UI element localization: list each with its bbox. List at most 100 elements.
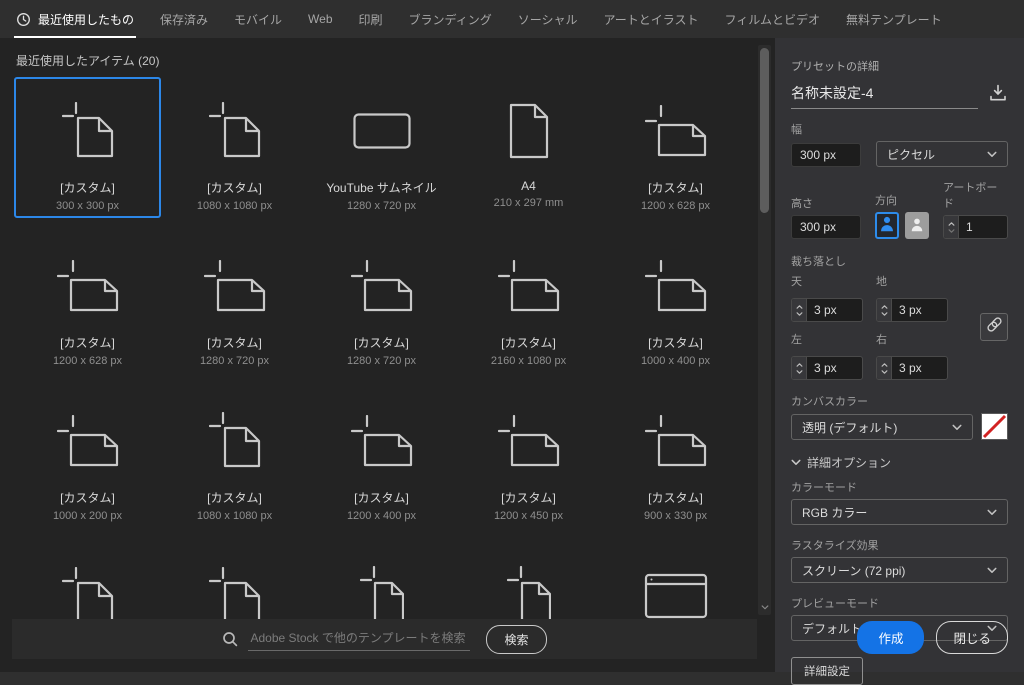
tab-free[interactable]: 無料テンプレート bbox=[846, 0, 942, 38]
template-tile[interactable]: A4210 x 297 mm bbox=[455, 77, 602, 218]
template-tile[interactable]: [カスタム] 1080 x 1080 px bbox=[161, 77, 308, 218]
template-tile[interactable]: [カスタム]1200 x 400 px bbox=[308, 387, 455, 528]
tab-film[interactable]: フィルムとビデオ bbox=[725, 0, 821, 38]
width-input[interactable] bbox=[791, 143, 861, 167]
template-tile[interactable]: [カスタム]1080 x 1080 px bbox=[161, 387, 308, 528]
browser-window-icon bbox=[644, 564, 708, 620]
stock-search-input[interactable] bbox=[248, 627, 470, 651]
more-settings-button[interactable]: 詳細設定 bbox=[791, 657, 863, 685]
chevron-down-icon bbox=[987, 151, 997, 158]
template-size: 1200 x 628 px bbox=[53, 355, 122, 367]
template-name: [カスタム] bbox=[207, 179, 262, 196]
advanced-options-label: 詳細オプション bbox=[807, 454, 891, 471]
template-tile[interactable] bbox=[161, 542, 308, 620]
template-name: [カスタム] bbox=[501, 334, 556, 351]
stepper-arrows[interactable] bbox=[944, 216, 959, 238]
vertical-scrollbar[interactable] bbox=[758, 45, 771, 615]
panel-title: プリセットの詳細 bbox=[791, 58, 1008, 74]
template-size: 1080 x 1080 px bbox=[197, 200, 272, 212]
save-preset-icon[interactable] bbox=[988, 83, 1008, 103]
height-label: 高さ bbox=[791, 195, 861, 211]
landscape-rect-icon bbox=[353, 99, 411, 163]
tab-label: 最近使用したもの bbox=[38, 11, 134, 28]
create-button[interactable]: 作成 bbox=[857, 621, 924, 654]
bleed-top-stepper[interactable]: 3 px bbox=[791, 298, 863, 322]
template-tile[interactable] bbox=[308, 542, 455, 620]
stepper-arrows[interactable] bbox=[877, 357, 892, 379]
tab-mobile[interactable]: モバイル bbox=[234, 0, 282, 38]
tab-print[interactable]: 印刷 bbox=[359, 0, 383, 38]
template-tile[interactable]: [カスタム]1000 x 400 px bbox=[602, 232, 749, 373]
bleed-left-stepper[interactable]: 3 px bbox=[791, 356, 863, 380]
scrollbar-thumb[interactable] bbox=[760, 48, 769, 213]
template-tile[interactable]: [カスタム]900 x 330 px bbox=[602, 387, 749, 528]
link-bleed-values-button[interactable] bbox=[980, 313, 1008, 341]
custom-square-doc-icon bbox=[62, 564, 114, 620]
stepper-arrows[interactable] bbox=[877, 299, 892, 321]
bleed-top-label: 天 bbox=[791, 273, 863, 289]
bleed-right-stepper[interactable]: 3 px bbox=[876, 356, 948, 380]
transparent-color-swatch[interactable] bbox=[981, 413, 1008, 440]
bleed-right-value: 3 px bbox=[892, 357, 947, 379]
stepper-arrows[interactable] bbox=[792, 299, 807, 321]
artboard-stepper[interactable]: 1 bbox=[943, 215, 1008, 239]
template-size: 1200 x 628 px bbox=[641, 200, 710, 212]
stepper-arrows[interactable] bbox=[792, 357, 807, 379]
custom-landscape-doc-icon bbox=[57, 409, 119, 473]
landscape-icon bbox=[910, 215, 924, 237]
template-tile[interactable]: [カスタム]1200 x 628 px bbox=[14, 232, 161, 373]
artboards-label: アートボード bbox=[943, 179, 1008, 211]
scrollbar-down-arrow-icon[interactable] bbox=[758, 601, 771, 613]
document-name-input[interactable] bbox=[791, 81, 978, 109]
clock-icon bbox=[16, 12, 31, 27]
template-name: [カスタム] bbox=[207, 334, 262, 351]
template-tile[interactable]: [カスタム]300 x 300 px bbox=[14, 77, 161, 218]
search-button[interactable]: 検索 bbox=[486, 625, 546, 654]
tab-art[interactable]: アートとイラスト bbox=[603, 0, 698, 38]
tab-saved[interactable]: 保存済み bbox=[160, 0, 208, 38]
template-size: 1280 x 720 px bbox=[347, 200, 416, 212]
tab-label: ブランディング bbox=[409, 11, 492, 28]
chain-link-icon bbox=[986, 316, 1003, 338]
template-tile[interactable]: [カスタム]2160 x 1080 px bbox=[455, 232, 602, 373]
none-slash-icon bbox=[982, 414, 1007, 439]
custom-square-doc-icon bbox=[209, 409, 261, 473]
tab-branding[interactable]: ブランディング bbox=[409, 0, 492, 38]
template-tile[interactable]: [カスタム]1280 x 720 px bbox=[308, 232, 455, 373]
orientation-label: 方向 bbox=[875, 192, 929, 208]
custom-landscape-doc-icon bbox=[645, 99, 707, 163]
template-tile[interactable]: [カスタム] 1200 x 628 px bbox=[602, 77, 749, 218]
template-tile[interactable]: YouTube サムネイル 1280 x 720 px bbox=[308, 77, 455, 218]
template-name: YouTube サムネイル bbox=[326, 179, 436, 196]
orientation-landscape-button[interactable] bbox=[905, 212, 929, 239]
template-size: 900 x 330 px bbox=[644, 510, 707, 522]
template-grid: [カスタム]300 x 300 px [カスタム] 1080 x 1080 px Yo… bbox=[14, 77, 750, 620]
template-tile[interactable] bbox=[14, 542, 161, 620]
width-label: 幅 bbox=[791, 121, 1008, 137]
template-tile[interactable]: [カスタム]1280 x 720 px bbox=[161, 232, 308, 373]
advanced-options-toggle[interactable]: 詳細オプション bbox=[791, 454, 1008, 471]
canvas-color-value: 透明 (デフォルト) bbox=[802, 419, 897, 436]
tab-social[interactable]: ソーシャル bbox=[518, 0, 578, 38]
orientation-portrait-button[interactable] bbox=[875, 212, 899, 239]
close-button[interactable]: 閉じる bbox=[936, 621, 1008, 654]
color-mode-dropdown[interactable]: RGB カラー bbox=[791, 499, 1008, 525]
unit-dropdown[interactable]: ピクセル bbox=[876, 141, 1008, 167]
bleed-left-label: 左 bbox=[791, 331, 863, 347]
raster-effects-dropdown[interactable]: スクリーン (72 ppi) bbox=[791, 557, 1008, 583]
template-name: [カスタム] bbox=[648, 179, 703, 196]
tab-recent[interactable]: 最近使用したもの bbox=[16, 0, 134, 38]
search-icon bbox=[222, 631, 238, 647]
tab-web[interactable]: Web bbox=[308, 0, 332, 38]
bleed-bottom-stepper[interactable]: 3 px bbox=[876, 298, 948, 322]
template-tile[interactable] bbox=[455, 542, 602, 620]
template-tile[interactable] bbox=[602, 542, 749, 620]
height-input[interactable] bbox=[791, 215, 861, 239]
template-size: 1200 x 400 px bbox=[347, 510, 416, 522]
color-mode-label: カラーモード bbox=[791, 479, 1008, 495]
template-tile[interactable]: [カスタム]1000 x 200 px bbox=[14, 387, 161, 528]
canvas-color-dropdown[interactable]: 透明 (デフォルト) bbox=[791, 414, 973, 440]
templates-pane: 最近使用したアイテム (20) [カスタム]300 x 300 px[カスタム]… bbox=[0, 38, 775, 672]
template-tile[interactable]: [カスタム]1200 x 450 px bbox=[455, 387, 602, 528]
bleed-bottom-label: 地 bbox=[876, 273, 948, 289]
